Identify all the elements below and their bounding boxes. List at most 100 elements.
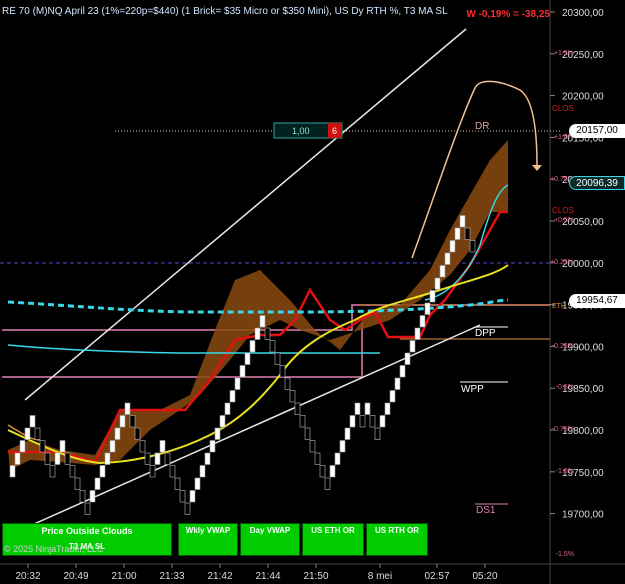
up-brick — [229, 390, 236, 403]
down-brick — [324, 477, 331, 490]
price-tag-white: 19954,67 — [569, 294, 625, 308]
percent-label: -0.5% — [556, 384, 574, 391]
down-brick — [179, 490, 186, 503]
down-brick — [64, 452, 71, 465]
down-brick — [39, 440, 46, 453]
up-brick — [434, 277, 441, 290]
up-brick — [54, 452, 61, 465]
time-label: 21:42 — [207, 571, 232, 582]
percent-label: +0.5% — [554, 217, 574, 224]
down-brick — [34, 427, 41, 440]
up-brick — [449, 240, 456, 253]
clouds-label: Price Outside Clouds — [41, 526, 133, 536]
level-dpp: DPP — [475, 328, 496, 339]
down-brick — [174, 477, 181, 490]
up-brick — [189, 490, 196, 503]
down-brick — [294, 402, 301, 415]
order-qty: 1,00 — [292, 126, 310, 136]
down-brick — [284, 377, 291, 390]
down-brick — [464, 227, 471, 240]
up-brick — [14, 452, 21, 465]
up-brick — [214, 427, 221, 440]
us-rth-or-button[interactable]: US RTH OR — [366, 523, 428, 556]
up-brick — [334, 452, 341, 465]
copyright: © 2025 NinjaTrader, LLC — [4, 544, 104, 554]
down-brick — [144, 452, 151, 465]
down-brick — [184, 502, 191, 515]
projection-arrow — [532, 165, 542, 171]
up-brick — [429, 290, 436, 303]
up-brick — [354, 402, 361, 415]
down-brick — [374, 427, 381, 440]
price-label: 20300,00 — [562, 8, 604, 19]
time-axis[interactable]: 20:32 20:49 21:00 21:33 21:42 21:44 21:50 8 mei… — [15, 564, 498, 582]
price-label: 20200,00 — [562, 92, 604, 103]
up-brick — [239, 365, 246, 378]
down-brick — [139, 440, 146, 453]
up-brick — [94, 477, 101, 490]
us-eth-or-button[interactable]: US ETH OR — [302, 523, 364, 556]
percent-label: -1.5% — [556, 551, 574, 558]
price-label: 19700,00 — [562, 510, 604, 521]
down-brick — [44, 452, 51, 465]
down-brick — [319, 465, 326, 478]
up-brick — [159, 440, 166, 453]
up-brick — [99, 465, 106, 478]
up-brick — [329, 465, 336, 478]
renko-bricks — [9, 215, 476, 515]
down-brick — [49, 465, 56, 478]
time-label: 21:44 — [255, 571, 280, 582]
percent-label: +1.5% — [554, 50, 574, 57]
up-brick — [444, 252, 451, 265]
up-brick — [249, 340, 256, 353]
down-brick — [129, 415, 136, 428]
up-brick — [194, 477, 201, 490]
up-brick — [254, 327, 261, 340]
up-brick — [199, 465, 206, 478]
up-brick — [9, 465, 16, 478]
down-brick — [269, 340, 276, 353]
down-brick — [74, 477, 81, 490]
level-clos1: CLOS — [552, 104, 574, 113]
up-brick — [379, 415, 386, 428]
level-dr: DR — [475, 121, 489, 132]
down-brick — [149, 465, 156, 478]
time-label: 20:49 — [63, 571, 88, 582]
up-brick — [394, 377, 401, 390]
up-brick — [119, 415, 126, 428]
down-brick — [84, 502, 91, 515]
renko-chart[interactable]: 1,00 6 DR CLOS CLOS ETH DPP WPP DS1 2030… — [0, 0, 625, 584]
down-brick — [134, 427, 141, 440]
up-brick — [224, 402, 231, 415]
up-brick — [244, 352, 251, 365]
time-label: 02:57 — [424, 571, 449, 582]
down-brick — [369, 415, 376, 428]
up-brick — [399, 365, 406, 378]
up-brick — [19, 440, 26, 453]
up-brick — [339, 440, 346, 453]
down-brick — [69, 465, 76, 478]
time-label: 21:33 — [159, 571, 184, 582]
down-brick — [79, 490, 86, 503]
up-brick — [424, 302, 431, 315]
up-brick — [209, 440, 216, 453]
up-brick — [109, 440, 116, 453]
time-label: 20:32 — [15, 571, 40, 582]
up-brick — [364, 402, 371, 415]
down-brick — [169, 465, 176, 478]
up-brick — [114, 427, 121, 440]
pnl-readout: W -0,19% = -38,25 — [466, 9, 550, 20]
up-brick — [454, 227, 461, 240]
percent-label: +0.25% — [550, 259, 574, 266]
time-label: 21:50 — [303, 571, 328, 582]
up-brick — [459, 215, 466, 228]
up-brick — [389, 390, 396, 403]
percent-label: -0.75% — [552, 426, 574, 433]
level-wpp: WPP — [461, 384, 484, 395]
up-brick — [439, 265, 446, 278]
wkly-vwap-button[interactable]: Wkly VWAP — [178, 523, 238, 556]
day-vwap-button[interactable]: Day VWAP — [240, 523, 300, 556]
up-brick — [29, 415, 36, 428]
up-brick — [344, 427, 351, 440]
up-brick — [414, 327, 421, 340]
